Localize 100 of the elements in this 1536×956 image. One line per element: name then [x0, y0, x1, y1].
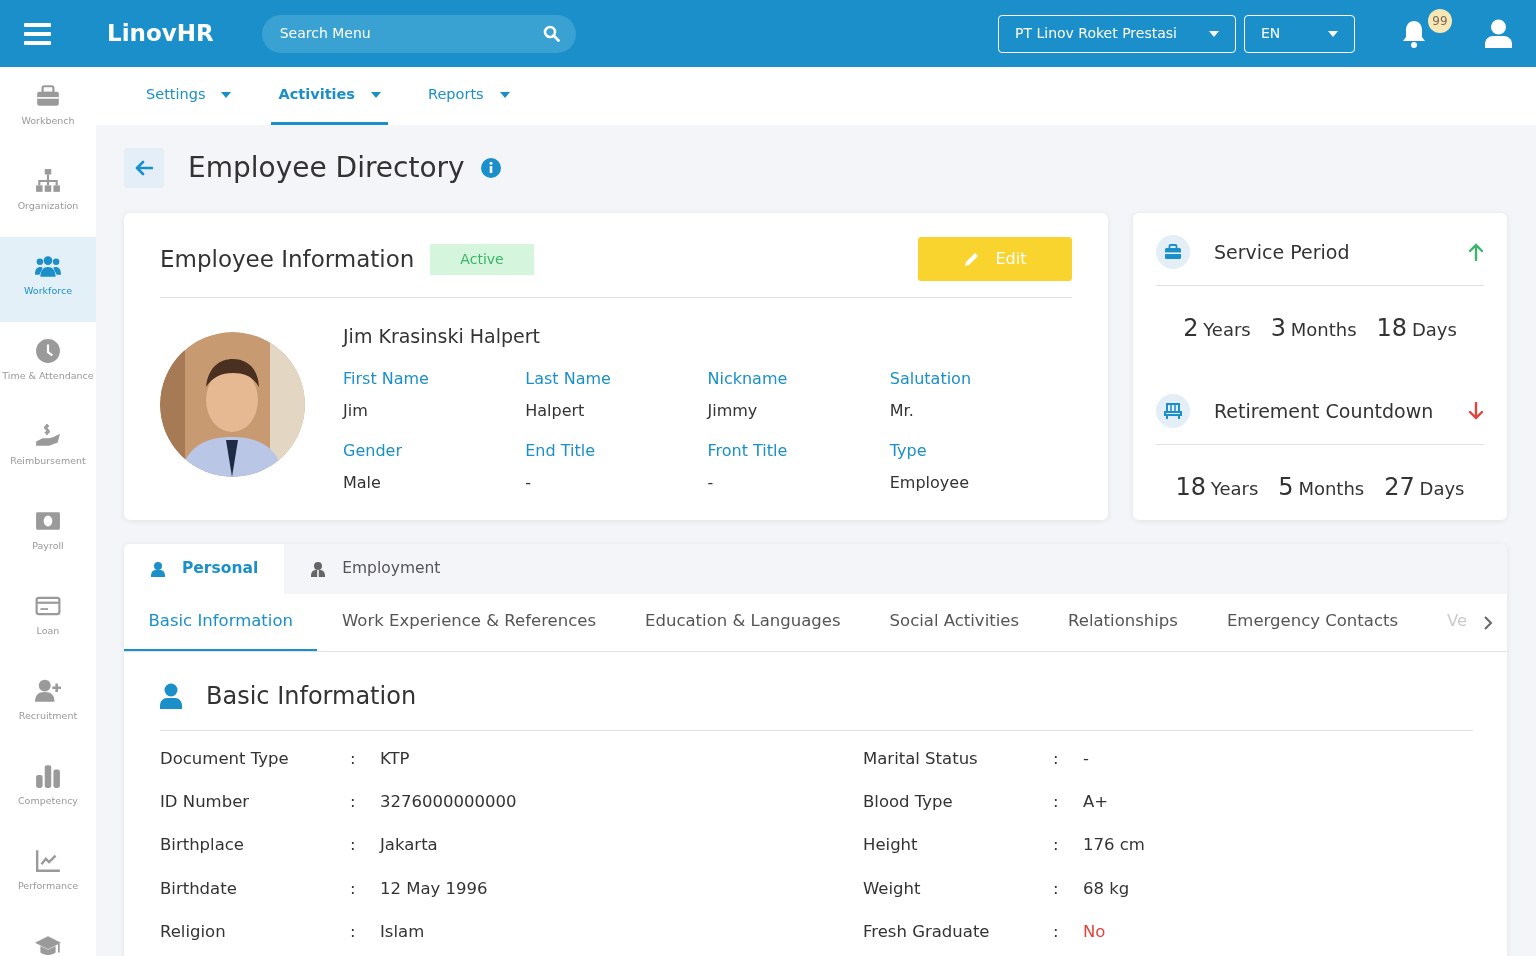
caret-icon: [221, 91, 232, 98]
info-value: -: [1083, 748, 1089, 770]
field-label: Front Title: [707, 439, 789, 462]
separator: :: [350, 834, 357, 857]
info-value: Jakarta: [380, 834, 438, 857]
menu-tab[interactable]: Reports: [421, 67, 517, 125]
field-label: Salutation: [889, 367, 973, 390]
caret-icon: [499, 91, 510, 98]
info-value: 68 kg: [1083, 877, 1130, 900]
info-label: Blood Type: [863, 791, 954, 814]
field-label: Gender: [343, 439, 403, 462]
info-value: 176 cm: [1083, 834, 1145, 857]
graduation-cap-icon: [35, 933, 61, 956]
info-value: 3276000000000: [380, 791, 517, 814]
logo: LinovHR: [107, 19, 214, 49]
page-title: Employee Directory: [188, 150, 465, 186]
sub-tab[interactable]: Basic Information: [124, 594, 318, 651]
section-tab[interactable]: Personal: [124, 544, 285, 594]
line-chart-icon: [35, 848, 61, 874]
field-value: -: [707, 471, 715, 494]
chevron-right-icon: [1483, 615, 1494, 631]
section-title: Basic Information: [206, 681, 417, 712]
user-icon: [1485, 19, 1512, 48]
person-icon: [150, 561, 166, 577]
field-value: Jimmy: [707, 399, 759, 422]
info-label: Height: [863, 834, 919, 857]
duration-value: 2 Years: [1183, 313, 1251, 344]
chair-icon: [1156, 394, 1190, 428]
caret-icon: [1209, 30, 1219, 37]
language-dropdown[interactable]: EN: [1244, 14, 1355, 53]
info-label: Marital Status: [863, 748, 979, 770]
field-label: End Title: [525, 439, 597, 462]
menu-tab[interactable]: Settings: [139, 67, 239, 125]
info-label: Weight: [863, 877, 922, 900]
caret-icon: [371, 91, 381, 98]
back-arrow-icon: [135, 160, 153, 176]
info-value: Islam: [380, 920, 425, 943]
info-label: Birthdate: [160, 877, 238, 900]
duration-value: 3 Months: [1270, 313, 1357, 344]
search-box[interactable]: Search Menu: [261, 14, 576, 53]
bar-chart-icon: [35, 763, 61, 789]
field-value: Halpert: [525, 399, 586, 422]
bell-icon: [1401, 18, 1427, 49]
field-value: Male: [343, 471, 382, 494]
duration-value: 18 Days: [1376, 313, 1457, 344]
period-title: Service Period: [1214, 239, 1351, 265]
period-title: Retirement Countdown: [1214, 398, 1435, 424]
menu-button[interactable]: [24, 21, 51, 46]
employee-name: Jim Krasinski Halpert: [343, 324, 541, 349]
field-value: Employee: [889, 471, 970, 494]
menu-tab[interactable]: Activities: [271, 67, 388, 125]
info-label: ID Number: [160, 791, 251, 814]
hand-dollar-icon: [35, 423, 61, 449]
status-badge: Active: [430, 243, 534, 275]
company-dropdown[interactable]: PT Linov Roket Prestasi: [998, 14, 1236, 53]
info-value: A+: [1083, 791, 1109, 814]
search-field[interactable]: Search Menu: [277, 22, 543, 45]
person-icon: [160, 683, 182, 709]
separator: :: [1053, 834, 1060, 857]
separator: :: [1053, 748, 1060, 770]
separator: :: [1053, 877, 1060, 900]
employee-icon: [310, 561, 327, 577]
info-value: 12 May 1996: [380, 877, 488, 900]
briefcase-icon: [1156, 235, 1190, 269]
back-button[interactable]: [124, 148, 164, 188]
pencil-icon: [963, 251, 980, 267]
field-label: Nickname: [707, 367, 789, 390]
clock-icon: [35, 338, 61, 364]
info-icon[interactable]: [480, 158, 501, 178]
info-label: Document Type: [160, 748, 290, 770]
hierarchy-icon: [35, 168, 61, 194]
toolbox-icon: [35, 83, 61, 109]
search-icon: [542, 25, 560, 42]
field-value: Jim: [343, 399, 369, 422]
notification-button[interactable]: [1401, 18, 1427, 49]
separator: :: [350, 791, 357, 814]
add-user-icon: [35, 678, 61, 704]
field-label: Last Name: [525, 367, 612, 390]
info-value: No: [1083, 920, 1106, 943]
info-label: Fresh Graduate: [863, 920, 991, 943]
card-title: Employee Information: [160, 244, 415, 274]
info-label: Birthplace: [160, 834, 245, 857]
duration-value: 27 Days: [1384, 472, 1465, 503]
profile-button[interactable]: [1485, 19, 1512, 48]
field-value: -: [525, 471, 533, 494]
menu-icon: [24, 23, 51, 45]
people-icon: [35, 253, 61, 279]
info-label: Religion: [160, 920, 227, 943]
duration-value: 18 Years: [1175, 472, 1259, 503]
sidebar-item[interactable]: Workforce: [0, 237, 96, 322]
info-value: KTP: [380, 748, 410, 770]
duration-value: 5 Months: [1278, 472, 1365, 503]
separator: :: [1053, 920, 1060, 943]
field-label: First Name: [343, 367, 430, 390]
separator: :: [350, 920, 357, 943]
separator: :: [350, 877, 357, 900]
notification-badge: 99: [1428, 8, 1452, 33]
separator: :: [350, 748, 357, 770]
field-label: Type: [889, 439, 928, 462]
separator: :: [1053, 791, 1060, 814]
